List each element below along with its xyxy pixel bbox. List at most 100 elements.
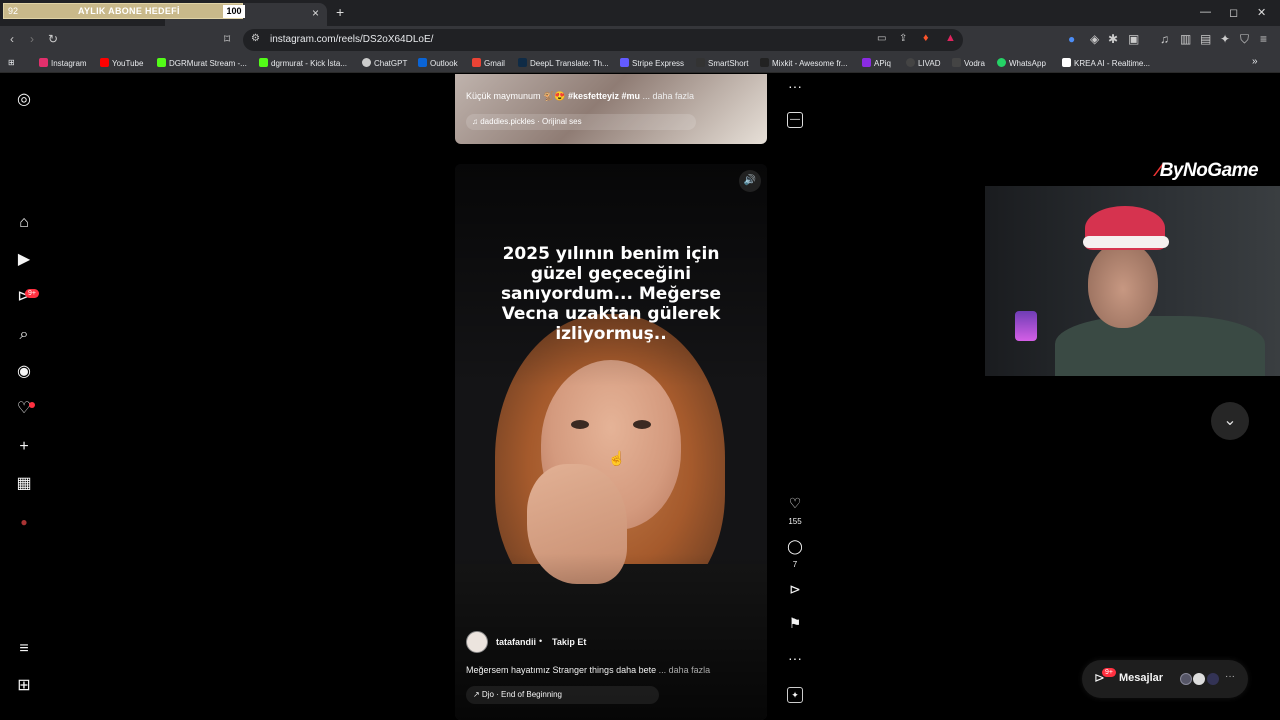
subscriber-goal-overlay: 92 AYLIK ABONE HEDEFİ 100 [3, 3, 245, 19]
youtube-icon [100, 58, 109, 67]
bookmark-vodra[interactable]: Vodra [952, 58, 985, 68]
like-icon[interactable]: ♡ [785, 495, 805, 512]
caption-more-link[interactable]: ... daha fazla [659, 665, 711, 675]
instagram-logo-icon[interactable]: ◎ [14, 90, 34, 110]
goal-current: 92 [8, 6, 19, 16]
previous-reel-audio[interactable]: ♫ daddies.pickles · Orijinal ses [466, 114, 696, 130]
activity-dot [29, 402, 35, 408]
bookmark-outlook[interactable]: Outlook [418, 58, 458, 68]
bookmark-smartshort[interactable]: SmartShort [696, 58, 748, 68]
wallet-icon[interactable]: ▤ [1200, 32, 1211, 46]
avatar[interactable] [466, 631, 488, 653]
notifications-badge: 9+ [25, 289, 39, 298]
tab-close-button[interactable]: × [312, 6, 319, 20]
separator-dot: • [539, 636, 543, 646]
bookmark-gmail[interactable]: Gmail [472, 58, 505, 68]
sidebar-toggle-icon[interactable]: ▥ [1180, 32, 1191, 46]
mixkit-icon [760, 58, 769, 67]
extensions-icon[interactable]: ✱ [1108, 32, 1118, 46]
next-reel-button[interactable]: ⌄ [1211, 402, 1249, 440]
previous-reel[interactable]: Küçük maymunum 🐒😍 #kesfetteyiz #mu ... d… [455, 74, 767, 144]
comment-icon[interactable]: ◯ [785, 538, 805, 555]
close-window-button[interactable]: ✕ [1257, 6, 1266, 19]
reel-caption: Meğersem hayatımız Stranger things daha … [466, 665, 711, 675]
explore-icon[interactable]: ◉ [14, 362, 34, 382]
apiq-icon [862, 58, 871, 67]
smartshort-icon [696, 58, 705, 67]
avatar [1180, 673, 1192, 685]
previous-reel-more-button[interactable]: ··· [785, 78, 805, 94]
share-icon[interactable]: ⇪ [899, 33, 907, 44]
whatsapp-icon [997, 58, 1006, 67]
apps-icon[interactable]: ⊞ [8, 58, 15, 67]
reel-username[interactable]: tatafandii [496, 637, 536, 647]
krea-icon [1062, 58, 1071, 67]
brave-rewards-icon[interactable]: ▲ [945, 32, 956, 44]
address-bar[interactable]: ⚙ instagram.com/reels/DS2oX64DLoE/ ▭ ⇪ ♦… [243, 29, 963, 51]
avatar [1193, 673, 1206, 685]
like-count: 155 [788, 517, 802, 526]
bookmark-page-icon[interactable]: ⌑ [224, 32, 230, 46]
reels-icon[interactable]: ▶ [14, 250, 34, 270]
messages-button[interactable]: ⊳ 9+ Mesajlar ··· [1082, 660, 1248, 698]
extension-icon[interactable]: ● [1068, 32, 1075, 46]
bookmark-krea[interactable]: KREA AI - Realtime... [1062, 58, 1150, 68]
bookmarks-overflow-button[interactable]: » [1252, 56, 1258, 67]
bookmarks-bar: ⊞ Instagram YouTube DGRMurat Stream -...… [0, 54, 1280, 73]
more-options-button[interactable]: ··· [785, 650, 805, 666]
vpn-icon[interactable]: ⛉ [1240, 32, 1249, 47]
messages-badge: 9+ [1102, 668, 1116, 677]
reload-icon[interactable]: ↻ [48, 32, 58, 46]
share-icon[interactable]: ⊳ [785, 581, 805, 598]
also-from-meta-icon[interactable]: ⊞ [14, 676, 34, 696]
site-info-icon[interactable]: ⚙ [251, 33, 260, 44]
forward-icon[interactable]: › [30, 32, 34, 46]
chatgpt-icon [362, 58, 371, 67]
back-icon[interactable]: ‹ [10, 32, 14, 46]
bookmark-livad[interactable]: LIVAD [906, 58, 941, 68]
deepl-icon [518, 58, 527, 67]
save-icon[interactable]: ⚑ [785, 615, 805, 632]
more-menu-icon[interactable]: ≡ [14, 639, 34, 659]
stripe-icon [620, 58, 629, 67]
instagram-page: ◎ ⌂ ▶ ⊳ 9+ ⌕ ◉ ♡ + ▦ ● ≡ ⊞ Küçük maymunu… [0, 74, 1280, 720]
bookmark-deepl[interactable]: DeepL Translate: Th... [518, 58, 609, 68]
bookmark-whatsapp[interactable]: WhatsApp [997, 58, 1046, 68]
leo-ai-icon[interactable]: ✦ [1220, 32, 1230, 46]
bookmark-apiq[interactable]: APiq [862, 58, 891, 68]
home-icon[interactable]: ⌂ [14, 213, 34, 233]
bookmark-dgrmurat-stream[interactable]: DGRMurat Stream -... [157, 58, 247, 68]
profile-avatar-icon[interactable]: ● [14, 512, 34, 532]
audio-thumbnail[interactable]: ✦ [787, 687, 803, 703]
url-text[interactable]: instagram.com/reels/DS2oX64DLoE/ [270, 34, 433, 45]
cast-icon[interactable]: ▭ [877, 33, 886, 44]
mute-button[interactable]: 🔊 [739, 170, 761, 192]
screenshot-icon[interactable]: ▣ [1128, 32, 1139, 46]
previous-reel-audio-thumb[interactable]: — [787, 112, 803, 128]
follow-button[interactable]: Takip Et [552, 637, 586, 647]
browser-toolbar: ‹ › ↻ ⌑ ⚙ instagram.com/reels/DS2oX64DLo… [0, 26, 1280, 54]
webcam-light [1015, 311, 1037, 341]
dashboard-icon[interactable]: ▦ [14, 474, 34, 494]
bookmark-instagram[interactable]: Instagram [39, 58, 87, 68]
hand-cursor-icon: ☝ [608, 450, 626, 466]
bookmark-kick[interactable]: dgrmurat - Kick İsta... [259, 58, 347, 68]
bookmark-stripe[interactable]: Stripe Express [620, 58, 684, 68]
bookmark-chatgpt[interactable]: ChatGPT [362, 58, 407, 68]
menu-icon[interactable]: ≡ [1260, 32, 1267, 46]
maximize-button[interactable]: ◻ [1229, 6, 1238, 19]
gmail-icon [472, 58, 481, 67]
search-icon[interactable]: ⌕ [14, 325, 34, 345]
bookmark-mixkit[interactable]: Mixkit - Awesome fr... [760, 58, 847, 68]
new-tab-button[interactable]: + [336, 4, 344, 20]
reel-overlay-text: 2025 yılının benim için güzel geçeceğini… [500, 244, 722, 344]
bookmark-youtube[interactable]: YouTube [100, 58, 143, 68]
brave-shield-icon[interactable]: ♦ [923, 32, 929, 44]
comment-count: 7 [792, 560, 798, 569]
current-reel-video[interactable]: 2025 yılının benim için güzel geçeceğini… [455, 164, 767, 720]
create-icon[interactable]: + [14, 437, 34, 457]
media-icon[interactable]: ♫ [1160, 32, 1169, 46]
reel-audio-link[interactable]: ↗ Djo · End of Beginning [466, 686, 659, 704]
minimize-button[interactable]: — [1200, 6, 1211, 18]
extension-badge-icon[interactable]: ◈ [1090, 32, 1099, 46]
